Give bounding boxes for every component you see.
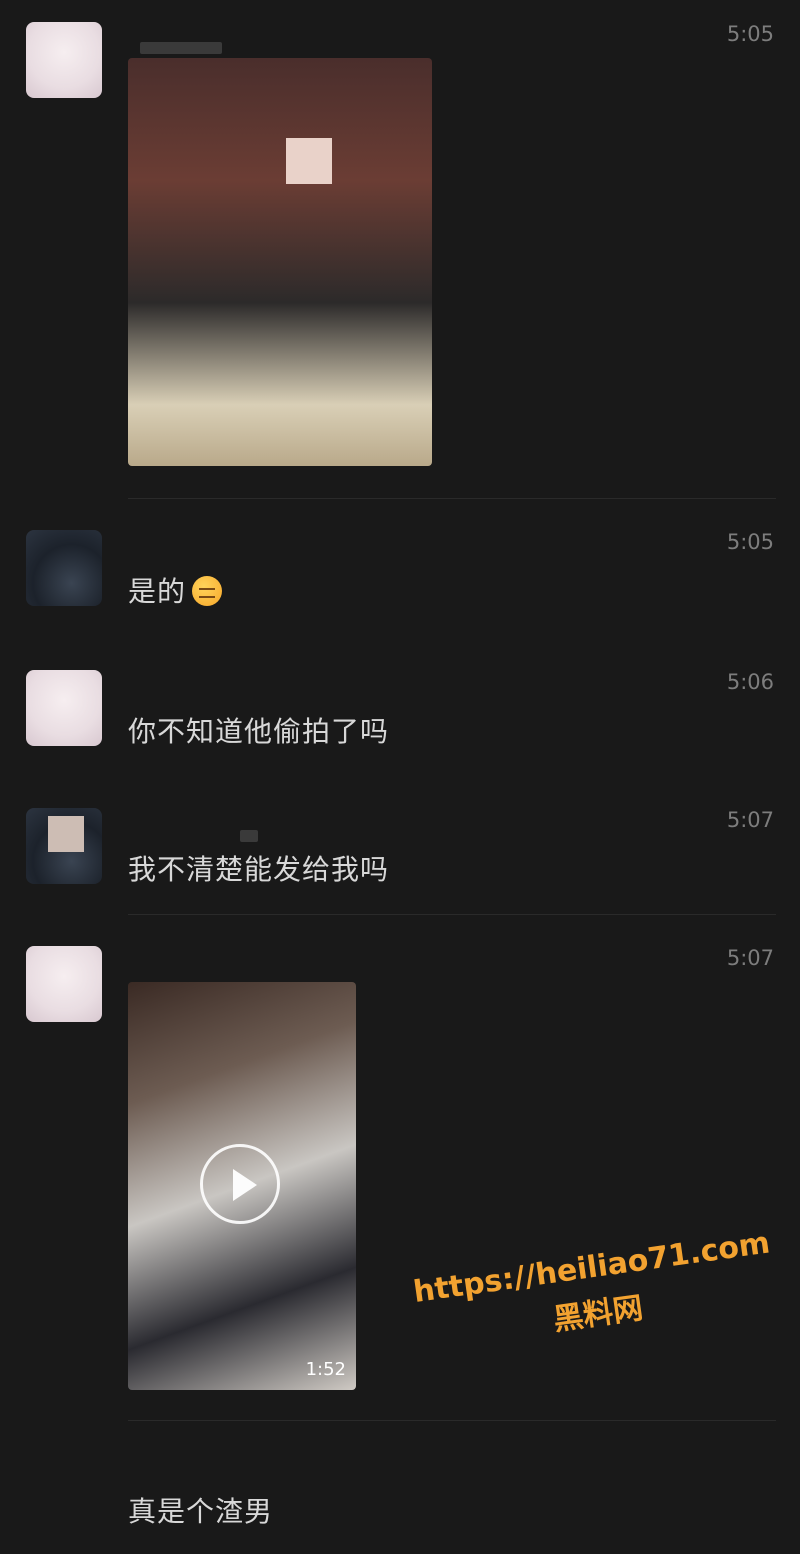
video-attachment[interactable]: 1:52 xyxy=(128,982,356,1390)
message-text-content: 我不清楚能发给我吗 xyxy=(128,853,390,886)
message-time: 5:05 xyxy=(726,22,774,46)
divider xyxy=(128,914,776,915)
play-icon[interactable] xyxy=(200,1144,280,1224)
message-image: 5:05 xyxy=(0,0,800,500)
avatar-censor xyxy=(48,816,84,852)
face-censor xyxy=(286,138,332,184)
message-text-content: 你不知道他偷拍了吗 xyxy=(128,715,390,748)
message-text: 5:07 我不清楚能发给我吗 xyxy=(0,778,800,918)
message-video: 5:07 1:52 xyxy=(0,918,800,1421)
video-duration: 1:52 xyxy=(305,1359,346,1380)
message-time: 5:06 xyxy=(726,670,774,694)
message-time: 5:07 xyxy=(726,808,774,832)
sender-name-redacted xyxy=(140,42,222,54)
avatar[interactable] xyxy=(26,808,102,884)
chat-history[interactable]: 5:05 5:05 是的 5:06 你不知道他偷拍了吗 5:07 我不清楚能发给… xyxy=(0,0,800,1554)
message-text-content: 是的 xyxy=(128,570,223,610)
message-time: 5:07 xyxy=(726,946,774,970)
sender-name-redacted xyxy=(240,830,258,842)
pensive-face-emoji-icon xyxy=(192,576,223,606)
divider xyxy=(128,498,776,499)
message-text: 5:05 是的 xyxy=(0,500,800,640)
message-text: 5:06 你不知道他偷拍了吗 xyxy=(0,640,800,780)
avatar[interactable] xyxy=(26,946,102,1022)
message-text: 真是个渣男 xyxy=(0,1420,800,1554)
image-attachment[interactable] xyxy=(128,58,432,466)
message-time: 5:05 xyxy=(726,530,774,554)
avatar[interactable] xyxy=(26,22,102,98)
avatar[interactable] xyxy=(26,530,102,606)
avatar[interactable] xyxy=(26,670,102,746)
message-text-content: 真是个渣男 xyxy=(128,1495,274,1528)
